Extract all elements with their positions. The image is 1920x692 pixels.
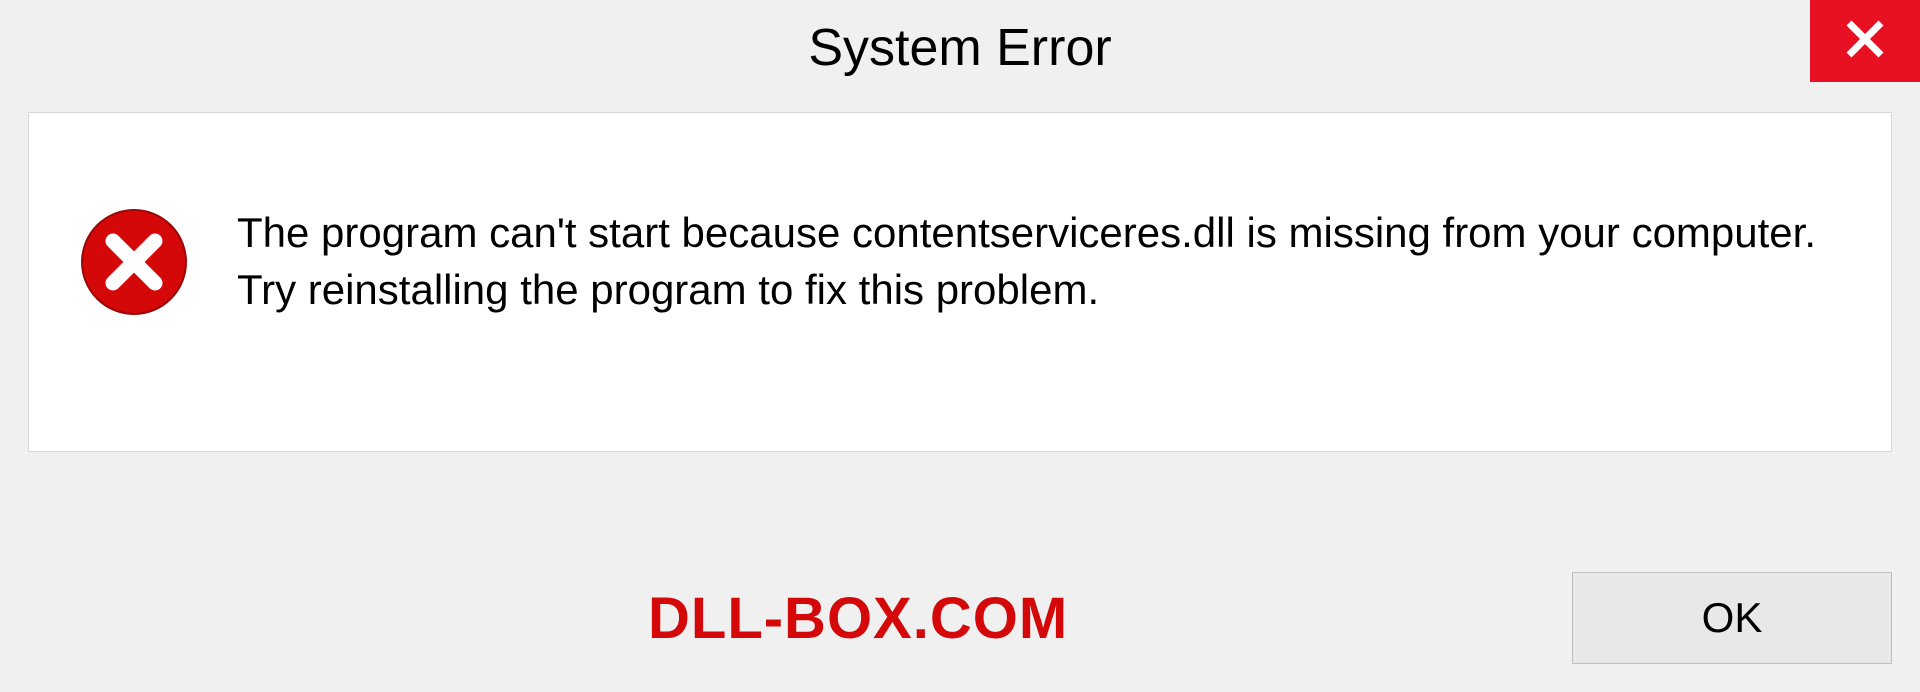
close-icon — [1843, 17, 1887, 66]
dialog-title: System Error — [808, 18, 1111, 78]
content-panel: The program can't start because contents… — [28, 112, 1892, 452]
footer-bar: DLL-BOX.COM OK — [0, 548, 1920, 692]
watermark-text: DLL-BOX.COM — [648, 585, 1068, 652]
ok-button[interactable]: OK — [1572, 572, 1892, 664]
close-button[interactable] — [1810, 0, 1920, 82]
error-dialog: System Error The program can't start bec… — [0, 0, 1920, 692]
error-icon — [79, 207, 189, 317]
error-message: The program can't start because contents… — [237, 205, 1831, 318]
title-bar: System Error — [0, 0, 1920, 96]
